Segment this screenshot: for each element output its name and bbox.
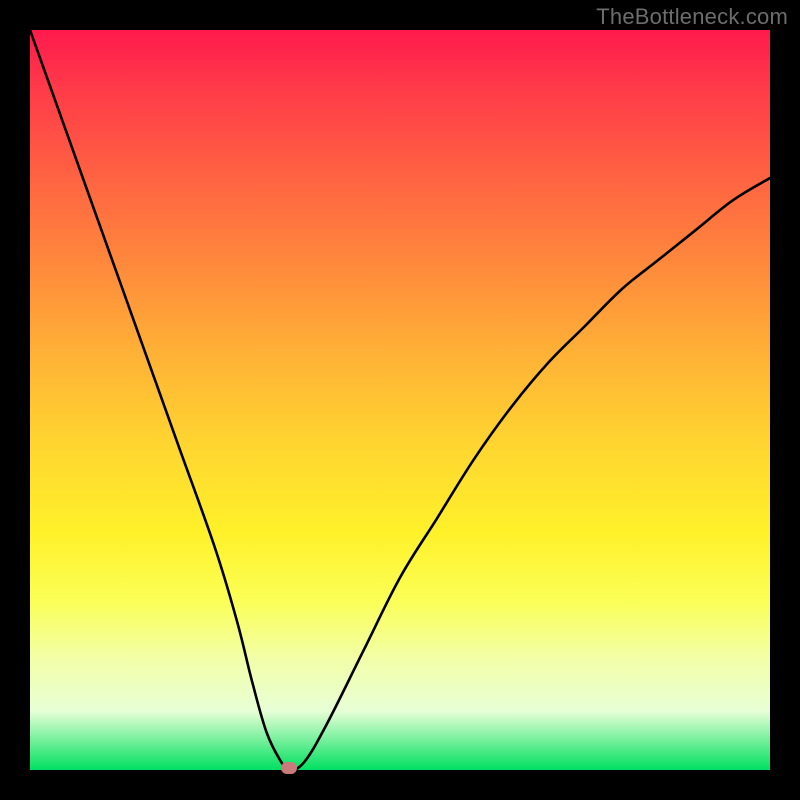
optimum-marker [281,762,297,774]
chart-frame: TheBottleneck.com [0,0,800,800]
bottleneck-curve [30,30,770,770]
watermark-text: TheBottleneck.com [596,4,788,30]
plot-area [30,30,770,770]
